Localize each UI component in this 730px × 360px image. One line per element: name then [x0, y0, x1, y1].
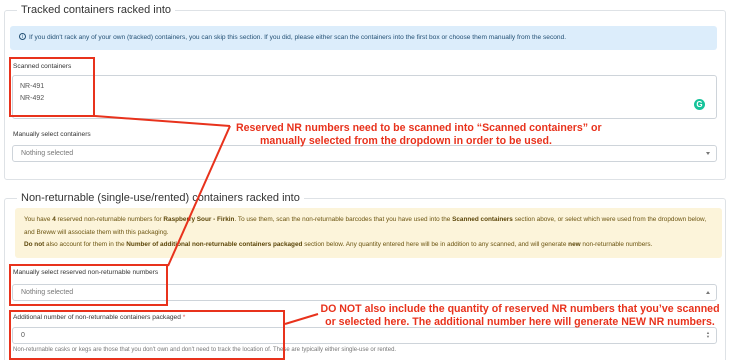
connector-line-bottom	[284, 313, 319, 325]
annotation-top-line: manually selected from the dropdown in o…	[260, 135, 552, 147]
annotation-top-line: Reserved NR numbers need to be scanned i…	[236, 122, 602, 134]
annotation-bottom-line: DO NOT also include the quantity of rese…	[320, 303, 720, 315]
connector-line-top-horizontal	[94, 115, 231, 127]
annotation-top: Reserved NR numbers need to be scanned i…	[236, 122, 602, 148]
annotation-bottom-line: or selected here. The additional number …	[325, 316, 715, 328]
annotation-bottom: DO NOT also include the quantity of rese…	[318, 303, 722, 329]
connector-line-diagonal	[167, 125, 231, 267]
